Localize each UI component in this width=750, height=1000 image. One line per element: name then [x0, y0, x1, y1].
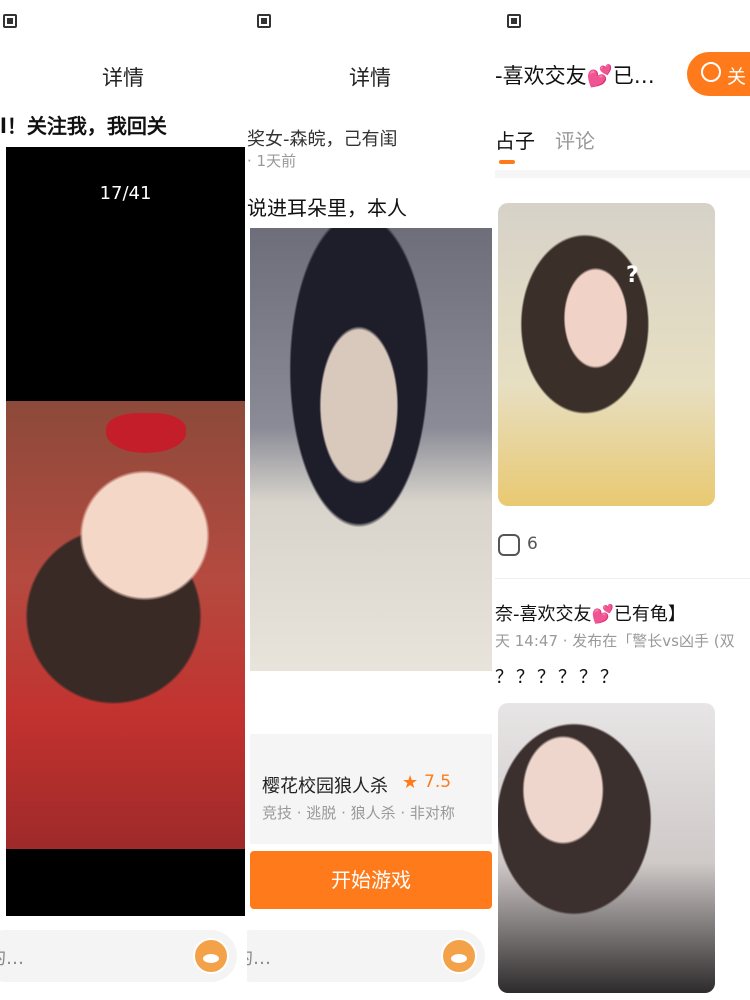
- screenshot-icon: [257, 14, 271, 28]
- start-game-button[interactable]: 开始游戏: [250, 851, 492, 909]
- image-viewer[interactable]: 17/41: [6, 147, 245, 916]
- screenshot-icon: [507, 14, 521, 28]
- star-icon: ★: [402, 772, 419, 793]
- post-photo[interactable]: ?: [498, 203, 715, 506]
- follow-button[interactable]: 关: [687, 52, 750, 96]
- post-title[interactable]: 奈-喜欢交友💕已有龟】: [495, 600, 686, 626]
- post-text: 说进耳朵里，本人: [247, 196, 407, 220]
- red-bow-decoration: [106, 413, 186, 453]
- post-text: l！关注我，我回关: [0, 114, 167, 138]
- game-tags: 竞技 · 逃脱 · 狼人杀 · 非对称: [262, 804, 455, 822]
- post-detail-panel-2: 详情 奖女-森皖，己有闺 · 1天前 说进耳朵里，本人 樱花校园狼人杀 ★ 7.…: [247, 0, 495, 1000]
- author-name[interactable]: 奖女-森皖，己有闺: [247, 125, 398, 151]
- section-divider: [495, 170, 750, 178]
- post-photo[interactable]: [6, 401, 245, 849]
- comment-icon[interactable]: [498, 534, 520, 556]
- comment-count: 6: [527, 534, 538, 554]
- post-photo[interactable]: [250, 228, 492, 671]
- game-rating: 7.5: [424, 772, 452, 792]
- post-meta: 天 14:47 · 发布在「警长vs凶手 (双: [495, 632, 735, 650]
- profile-panel: -喜欢交友💕已… 关 占子 评论 ? 6 奈-喜欢交友💕已有龟】 天 14:47…: [495, 0, 750, 1000]
- image-counter: 17/41: [99, 183, 152, 204]
- add-follow-icon: [701, 62, 721, 82]
- tab-posts[interactable]: 占子: [495, 125, 535, 154]
- comment-input[interactable]: 的…: [0, 930, 237, 982]
- post-separator: [495, 578, 750, 579]
- page-title: 详情: [349, 66, 391, 90]
- comment-placeholder: 的…: [247, 948, 271, 969]
- profile-title: -喜欢交友💕已…: [495, 64, 655, 88]
- post-photo[interactable]: [498, 703, 715, 993]
- follow-label: 关: [727, 66, 747, 88]
- screenshot-icon: [3, 14, 17, 28]
- post-time: · 1天前: [247, 152, 297, 170]
- mascot-avatar-icon[interactable]: [441, 938, 477, 974]
- comment-input[interactable]: 的…: [247, 930, 485, 982]
- tab-comments[interactable]: 评论: [555, 125, 595, 154]
- mascot-avatar-icon[interactable]: [193, 938, 229, 974]
- game-card[interactable]: 樱花校园狼人杀 ★ 7.5 竞技 · 逃脱 · 狼人杀 · 非对称: [250, 734, 492, 844]
- game-name: 樱花校园狼人杀: [262, 776, 388, 797]
- post-text: ？？？？？？: [495, 667, 621, 688]
- question-mark-sticker: ?: [626, 263, 639, 288]
- active-tab-indicator: [499, 160, 515, 164]
- post-detail-panel-1: 详情 l！关注我，我回关 17/41 的…: [0, 0, 247, 1000]
- page-title: 详情: [102, 66, 144, 90]
- comment-placeholder: 的…: [0, 948, 24, 969]
